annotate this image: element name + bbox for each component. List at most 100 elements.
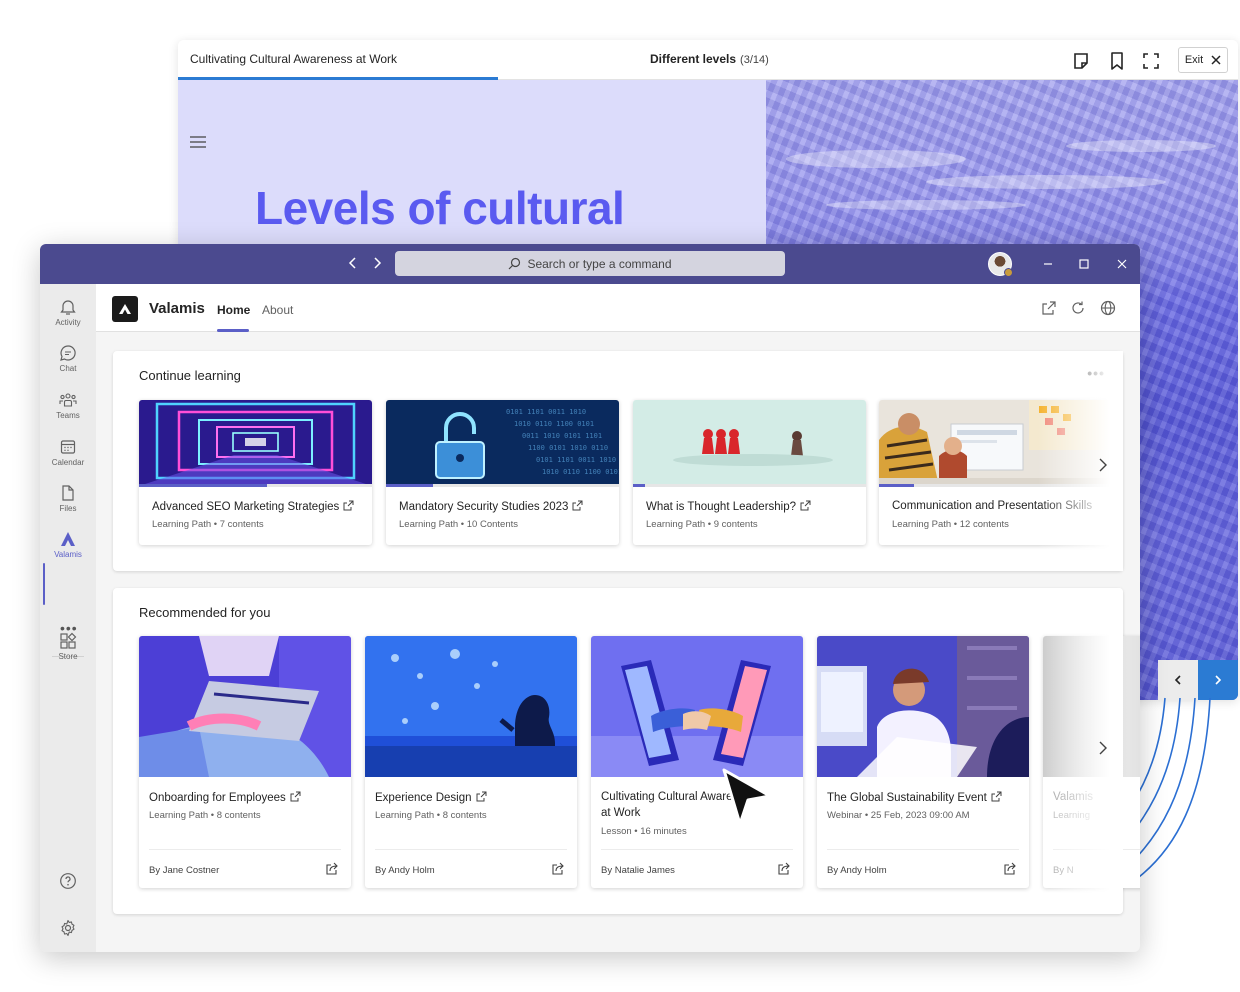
bookmark-icon[interactable] bbox=[1106, 50, 1128, 72]
tab-about[interactable]: About bbox=[262, 303, 293, 317]
gear-icon[interactable] bbox=[59, 919, 77, 937]
rail-item-store[interactable]: Store bbox=[40, 628, 96, 672]
minimize-icon bbox=[1044, 263, 1052, 265]
card-meta: Learning Path • 12 contents bbox=[892, 519, 1009, 530]
rail-item-valamis[interactable]: Valamis bbox=[40, 526, 96, 570]
note-icon[interactable] bbox=[1070, 50, 1092, 72]
course-card[interactable]: Advanced SEO Marketing Strategies Learni… bbox=[139, 400, 372, 545]
title-bar: Search or type a command bbox=[40, 244, 1140, 284]
card-title: Advanced SEO Marketing Strategies bbox=[152, 500, 354, 513]
card-divider bbox=[827, 849, 1019, 850]
menu-icon[interactable] bbox=[190, 136, 206, 148]
chat-icon bbox=[60, 345, 76, 361]
search-placeholder: Search or type a command bbox=[527, 256, 672, 271]
course-card[interactable]: What is Thought Leadership? Learning Pat… bbox=[633, 400, 866, 545]
bell-icon bbox=[60, 300, 76, 315]
course-card[interactable]: The Global Sustainability Event Webinar … bbox=[817, 636, 1029, 888]
rail-item-calendar[interactable]: Calendar bbox=[40, 434, 96, 478]
card-title: Onboarding for Employees bbox=[149, 791, 301, 804]
rail-label: Activity bbox=[55, 318, 81, 327]
search-input[interactable]: Search or type a command bbox=[395, 251, 785, 276]
card-meta: Learning Path • 8 contents bbox=[375, 810, 487, 821]
help-icon[interactable] bbox=[59, 872, 77, 890]
pop-out-icon[interactable] bbox=[1041, 300, 1057, 316]
svg-text:0101 1101 0011 1010: 0101 1101 0011 1010 bbox=[506, 408, 586, 416]
card-title: What is Thought Leadership? bbox=[646, 500, 811, 513]
laptop-user-image bbox=[139, 636, 351, 777]
card-title: Valamis bbox=[1053, 791, 1094, 803]
card-title-line-2: at Work bbox=[601, 807, 641, 819]
fullscreen-icon[interactable] bbox=[1140, 50, 1162, 72]
avatar[interactable] bbox=[988, 252, 1013, 277]
security-lock-image: 0101 1101 0011 1010 1010 0110 1100 0101 0… bbox=[386, 400, 619, 486]
svg-text:1010 0110 1100 0101: 1010 0110 1100 0101 bbox=[514, 420, 594, 428]
card-divider bbox=[375, 849, 567, 850]
close-window-button[interactable] bbox=[1112, 254, 1132, 274]
mouse-pointer-icon bbox=[722, 768, 772, 826]
rail-item-activity[interactable]: Activity bbox=[40, 294, 96, 338]
close-icon bbox=[1117, 259, 1127, 269]
office-meeting-image bbox=[879, 400, 1112, 486]
share-icon[interactable] bbox=[325, 862, 339, 876]
aquarium-image bbox=[365, 636, 577, 777]
teams-window: Search or type a command Activity Chat T… bbox=[40, 244, 1140, 952]
maximize-button[interactable] bbox=[1074, 254, 1094, 274]
recommended-section: Recommended for you Onboarding for Emplo… bbox=[113, 588, 1140, 914]
card-author: By Andy Holm bbox=[827, 865, 887, 876]
more-options-button[interactable]: ••• bbox=[1087, 365, 1105, 381]
card-meta: Learning Path • 8 contents bbox=[149, 810, 261, 821]
course-card[interactable]: Communication and Presentation Skills Le… bbox=[879, 400, 1112, 545]
chevron-right-icon bbox=[1215, 675, 1222, 685]
course-card[interactable]: Valamis Learning By N bbox=[1043, 636, 1140, 888]
svg-text:1010 0110 1100 0101: 1010 0110 1100 0101 bbox=[542, 468, 619, 476]
chevron-right-icon[interactable] bbox=[1095, 740, 1111, 756]
refresh-icon[interactable] bbox=[1070, 300, 1086, 316]
course-card[interactable]: Experience Design Learning Path • 8 cont… bbox=[365, 636, 577, 888]
section-title: Recommended for you bbox=[139, 605, 271, 620]
tab-home[interactable]: Home bbox=[217, 303, 250, 317]
exit-button[interactable]: Exit bbox=[1178, 47, 1228, 73]
card-author: By Andy Holm bbox=[375, 865, 435, 876]
external-link-icon bbox=[476, 791, 487, 802]
card-author: By Jane Costner bbox=[149, 865, 220, 876]
chevron-right-icon[interactable] bbox=[1095, 457, 1111, 473]
history-navigation bbox=[348, 256, 382, 270]
exit-label: Exit bbox=[1184, 54, 1204, 66]
valamis-logo bbox=[112, 296, 138, 322]
rail-label: Chat bbox=[59, 364, 77, 373]
external-link-icon bbox=[343, 500, 354, 511]
external-link-icon bbox=[991, 791, 1002, 802]
calendar-icon bbox=[60, 440, 76, 454]
course-card[interactable]: Cultivating Cultural Awareness at Work L… bbox=[591, 636, 803, 888]
rail-item-teams[interactable]: Teams bbox=[40, 387, 96, 431]
svg-text:0011 1010 0101 1101: 0011 1010 0101 1101 bbox=[522, 432, 602, 440]
app-header: Valamis Home About bbox=[96, 284, 1140, 332]
progress-bar bbox=[386, 484, 433, 487]
external-link-icon bbox=[572, 500, 583, 511]
course-card[interactable]: 0101 1101 0011 1010 1010 0110 1100 0101 0… bbox=[386, 400, 619, 545]
tab-underline bbox=[217, 329, 249, 332]
share-icon[interactable] bbox=[1003, 862, 1017, 876]
share-icon[interactable] bbox=[777, 862, 791, 876]
card-meta: Learning Path • 9 contents bbox=[646, 519, 758, 530]
section-title: Continue learning bbox=[139, 368, 241, 383]
file-icon bbox=[62, 485, 74, 501]
card-author: By N bbox=[1053, 865, 1074, 876]
share-icon[interactable] bbox=[551, 862, 565, 876]
continue-learning-section: Continue learning ••• Advanced SEO Marke… bbox=[113, 351, 1123, 571]
rail-label: Store bbox=[58, 652, 78, 661]
globe-icon[interactable] bbox=[1100, 300, 1116, 316]
forward-arrow-icon[interactable] bbox=[372, 256, 382, 270]
chevron-left-icon bbox=[1174, 675, 1181, 685]
card-title: Communication and Presentation Skills bbox=[892, 500, 1093, 512]
minimize-button[interactable] bbox=[1038, 254, 1058, 274]
card-meta: Webinar • 25 Feb, 2023 09:00 AM bbox=[827, 810, 970, 821]
card-title: The Global Sustainability Event bbox=[827, 791, 1002, 804]
progress-bar bbox=[139, 484, 267, 487]
course-card[interactable]: Onboarding for Employees Learning Path •… bbox=[139, 636, 351, 888]
back-arrow-icon[interactable] bbox=[348, 256, 358, 270]
rail-item-files[interactable]: Files bbox=[40, 480, 96, 524]
card-image bbox=[1043, 636, 1140, 777]
svg-text:1100 0101 1010 0110: 1100 0101 1010 0110 bbox=[528, 444, 608, 452]
rail-item-chat[interactable]: Chat bbox=[40, 340, 96, 384]
